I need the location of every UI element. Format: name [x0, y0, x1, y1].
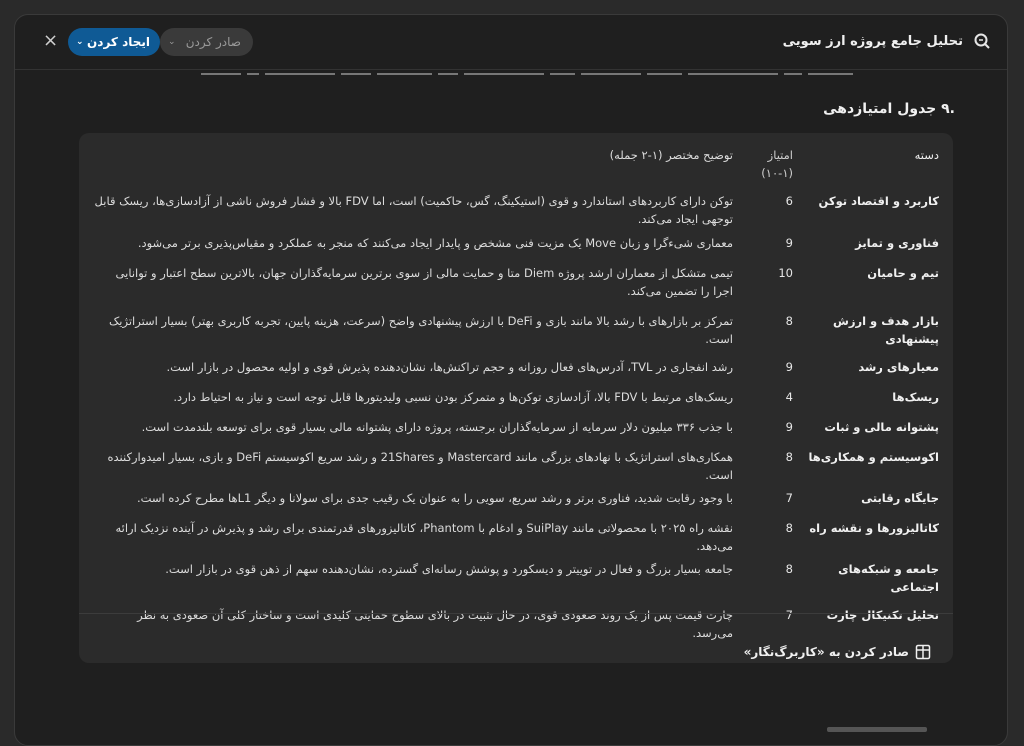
header-description: توضیح مختصر (۱-۲ جمله) — [609, 148, 733, 162]
row-description: همکاری‌های استراتژیک با نهادهای بزرگی ما… — [107, 450, 734, 482]
row-description: با جذب ۳۳۶ میلیون دلار سرمایه از سرمایه‌… — [141, 420, 733, 434]
close-icon[interactable]: × — [43, 32, 58, 50]
table-row: بازار هدف و ارزش پیشنهادی 8 تمرکز بر باز… — [79, 307, 953, 353]
create-label: ایجاد کردن — [87, 35, 150, 49]
row-category: ریسک‌ها — [892, 390, 939, 404]
row-description: معماری شیءگرا و زبان Move یک مزیت فنی مش… — [137, 236, 733, 250]
cropped-text-line — [195, 73, 955, 79]
export-to-sheets-label: صادر کردن به «کاربرگ‌نگار» — [743, 645, 909, 659]
table-header-row: دسته امتیاز (۱-۱۰) توضیح مختصر (۱-۲ جمله… — [79, 139, 953, 182]
row-description: نقشه راه ۲۰۲۵ با محصولاتی مانند SuiPlay … — [115, 521, 733, 553]
row-category: پشتوانه مالی و ثبات — [824, 420, 939, 434]
header-category: دسته — [914, 148, 939, 162]
row-description: ریسک‌های مرتبط با FDV بالا، آزادسازی توک… — [173, 390, 733, 404]
table-row: معیارهای رشد 9 رشد انفجاری در TVL، آدرس‌… — [79, 353, 953, 383]
row-description: با وجود رقابت شدید، فناوری برتر و رشد سر… — [136, 491, 733, 505]
row-score: 8 — [785, 521, 793, 535]
document-title: تحلیل جامع پروژه ارز سویی — [782, 34, 963, 49]
export-button[interactable]: ⌄ صادر کردن — [160, 28, 253, 56]
row-score: 8 — [785, 314, 793, 328]
panel-header: تحلیل جامع پروژه ارز سویی ⌄ صادر کردن ⌄ … — [15, 15, 1007, 70]
export-to-sheets-button[interactable]: صادر کردن به «کاربرگ‌نگار» — [744, 644, 931, 660]
table-row: اکوسیستم و همکاری‌ها 8 همکاری‌های استرات… — [79, 443, 953, 484]
row-description: چارت قیمت پس از یک روند صعودی قوی، در حا… — [137, 608, 733, 640]
search-doc-icon — [974, 33, 990, 49]
row-category: اکوسیستم و همکاری‌ها — [808, 450, 939, 464]
row-category: بازار هدف و ارزش پیشنهادی — [832, 314, 939, 346]
table-row: جایگاه رقابتی 7 با وجود رقابت شدید، فناو… — [79, 484, 953, 514]
row-category: معیارهای رشد — [858, 360, 939, 374]
table-divider — [79, 613, 953, 614]
row-category: کاتالیزورها و نقشه راه — [809, 521, 939, 535]
row-score: 10 — [778, 266, 793, 280]
table-row: کاربرد و اقتصاد توکن 6 توکن دارای کاربرد… — [79, 182, 953, 229]
create-button[interactable]: ⌄ ایجاد کردن — [68, 28, 160, 56]
chevron-down-icon: ⌄ — [76, 37, 84, 47]
row-description: تیمی متشکل از معماران ارشد پروژه Diem مت… — [115, 266, 733, 298]
row-score: 9 — [785, 236, 793, 250]
row-description: توکن دارای کاربردهای استاندارد و قوی (اس… — [94, 194, 733, 226]
header-score: امتیاز (۱-۱۰) — [761, 148, 793, 180]
row-description: تمرکز بر بازارهای با رشد بالا مانند بازی… — [108, 314, 733, 346]
section-heading: .۹ جدول امتیازدهی — [823, 101, 955, 117]
row-category: جایگاه رقابتی — [861, 491, 939, 505]
next-section-heading-cropped — [827, 727, 927, 732]
row-score: 7 — [785, 608, 793, 622]
row-score: 9 — [785, 420, 793, 434]
export-label: صادر کردن — [185, 35, 241, 49]
table-row: تیم و حامیان 10 تیمی متشکل از معماران ار… — [79, 259, 953, 307]
table-row: فناوری و تمایز 9 معماری شیءگرا و زبان Mo… — [79, 229, 953, 259]
row-category: تیم و حامیان — [867, 266, 939, 280]
row-description: جامعه بسیار بزرگ و فعال در توییتر و دیسک… — [165, 562, 733, 576]
chevron-down-icon: ⌄ — [168, 37, 176, 47]
row-score: 7 — [785, 491, 793, 505]
row-category: فناوری و تمایز — [855, 236, 939, 250]
row-category: جامعه و شبکه‌های اجتماعی — [838, 562, 939, 594]
table-row: کاتالیزورها و نقشه راه 8 نقشه راه ۲۰۲۵ ب… — [79, 514, 953, 555]
table-row: ریسک‌ها 4 ریسک‌های مرتبط با FDV بالا، آز… — [79, 383, 953, 413]
table-row: تحلیل تکنیکال چارت 7 چارت قیمت پس از یک … — [79, 601, 953, 642]
row-score: 6 — [785, 194, 793, 208]
row-score: 8 — [785, 450, 793, 464]
table-row: جامعه و شبکه‌های اجتماعی 8 جامعه بسیار ب… — [79, 555, 953, 601]
row-score: 8 — [785, 562, 793, 576]
scoring-table-card: دسته امتیاز (۱-۱۰) توضیح مختصر (۱-۲ جمله… — [79, 133, 953, 663]
scoring-table: دسته امتیاز (۱-۱۰) توضیح مختصر (۱-۲ جمله… — [79, 139, 953, 642]
table-row: پشتوانه مالی و ثبات 9 با جذب ۳۳۶ میلیون … — [79, 413, 953, 443]
row-category: کاربرد و اقتصاد توکن — [818, 194, 939, 208]
row-category: تحلیل تکنیکال چارت — [826, 608, 939, 622]
row-score: 9 — [785, 360, 793, 374]
row-description: رشد انفجاری در TVL، آدرس‌های فعال روزانه… — [166, 360, 733, 374]
table-grid-icon — [915, 644, 931, 660]
document-panel: تحلیل جامع پروژه ارز سویی ⌄ صادر کردن ⌄ … — [14, 14, 1008, 746]
row-score: 4 — [785, 390, 793, 404]
